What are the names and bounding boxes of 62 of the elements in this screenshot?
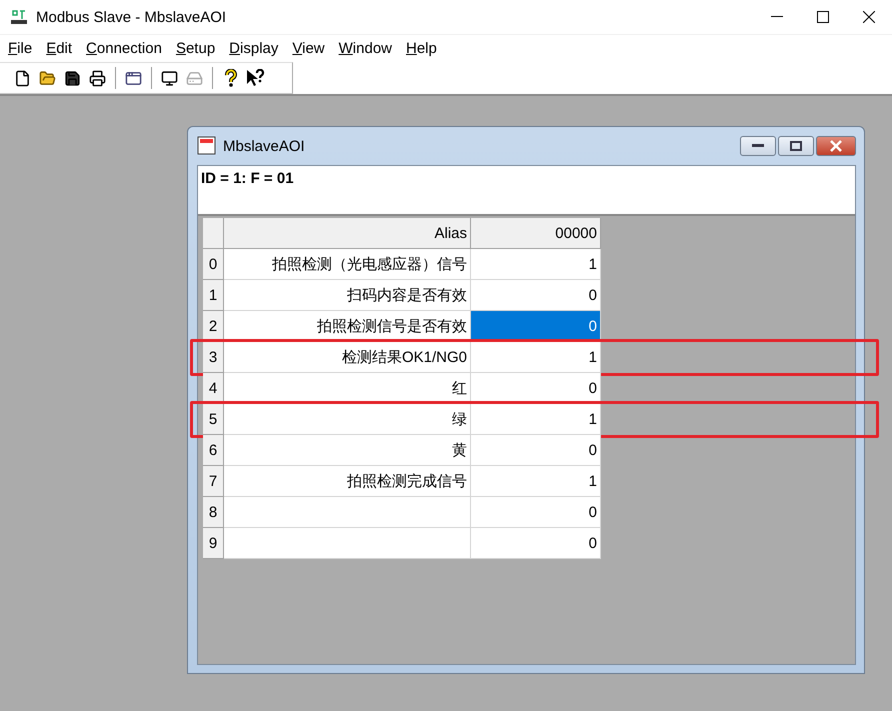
menu-item[interactable]: Edit [40,40,80,57]
window-icon [125,70,142,86]
menu-item[interactable]: Connection [80,40,170,57]
column-header: 00000 [471,218,601,249]
close-icon [830,140,842,152]
help-icon [224,69,238,87]
menu-item[interactable]: Help [400,40,445,57]
row-header: 8 [203,497,224,528]
row-header: 9 [203,528,224,559]
value-cell[interactable]: 0 [471,435,601,466]
value-cell[interactable]: 1 [471,249,601,280]
alias-cell[interactable]: 检测结果OK1/NG0 [224,342,471,373]
row-header: 6 [203,435,224,466]
save-icon [64,70,81,86]
folder-icon [39,70,56,86]
document-icon [197,136,217,156]
value-cell[interactable]: 0 [471,311,601,342]
row-header: 5 [203,404,224,435]
value-cell[interactable]: 1 [471,342,601,373]
column-header: Alias [224,218,471,249]
row-header: 4 [203,373,224,404]
slave-info: ID = 1: F = 01 [201,170,294,187]
alias-cell[interactable]: 红 [224,373,471,404]
alias-cell[interactable]: 拍照检测（光电感应器）信号 [224,249,471,280]
value-cell[interactable]: 0 [471,373,601,404]
window-title: Modbus Slave - MbslaveAOI [36,8,228,26]
alias-cell[interactable] [224,497,471,528]
app-icon [10,9,28,25]
value-cell[interactable]: 0 [471,528,601,559]
alias-cell[interactable]: 绿 [224,404,471,435]
value-cell[interactable]: 0 [471,280,601,311]
minimize-icon [771,16,783,18]
row-header: 1 [203,280,224,311]
row-header: 0 [203,249,224,280]
restore-button[interactable] [778,136,814,156]
row-header: 2 [203,311,224,342]
value-cell[interactable]: 1 [471,404,601,435]
row-header: 7 [203,466,224,497]
print-icon [89,70,106,86]
alias-cell[interactable]: 拍照检测信号是否有效 [224,311,471,342]
maximize-icon [817,11,829,23]
context-help-icon [246,69,266,87]
minimize-button[interactable] [740,136,776,156]
row-header: 3 [203,342,224,373]
menu-item[interactable]: Display [223,40,286,57]
document-title: MbslaveAOI [223,138,306,154]
menu-item[interactable]: File [2,40,40,57]
menu-item[interactable]: Window [332,40,400,57]
menu-item[interactable]: View [286,40,333,57]
alias-cell[interactable]: 扫码内容是否有效 [224,280,471,311]
close-icon [863,11,875,23]
new-file-icon [14,70,31,86]
value-cell[interactable]: 0 [471,497,601,528]
menu-item[interactable]: Setup [170,40,224,57]
minimize-icon [752,144,764,148]
alias-cell[interactable]: 黄 [224,435,471,466]
alias-cell[interactable]: 拍照检测完成信号 [224,466,471,497]
restore-icon [790,141,802,151]
corner-cell [203,218,224,249]
alias-cell[interactable] [224,528,471,559]
value-cell[interactable]: 1 [471,466,601,497]
toolbar-button[interactable] [245,67,266,89]
